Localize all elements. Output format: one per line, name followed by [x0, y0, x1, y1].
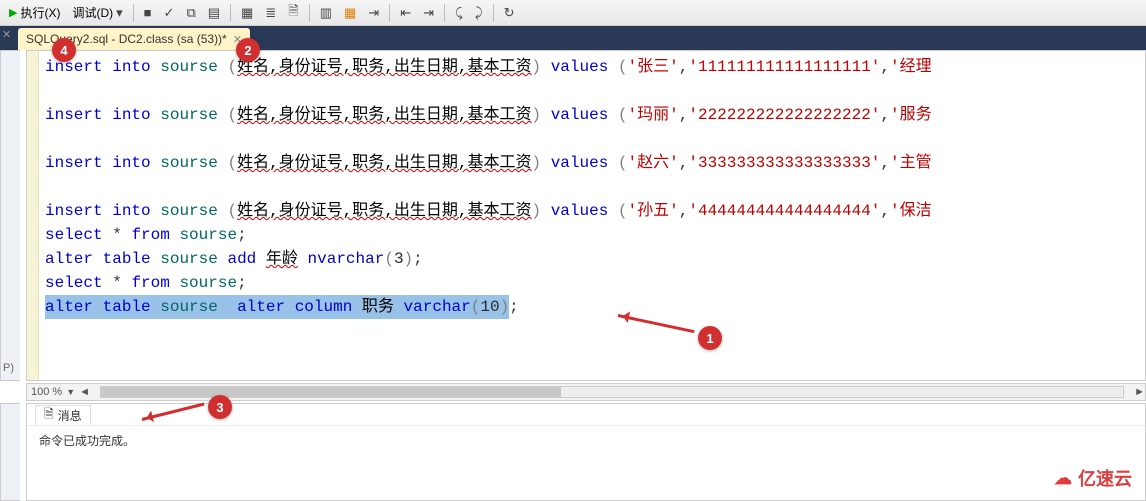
check-icon: ✓	[164, 5, 175, 21]
separator	[493, 4, 494, 22]
left-rail-label: P)	[3, 362, 14, 374]
execute-label: 执行(X)	[20, 4, 60, 21]
toolbar: ▶ 执行(X) 调试(D) ▾ ■ ✓ ⧉ ▤ ▦ ≣ 🗎 ▥ ▦ ⇥ ⇤ ⇥ …	[0, 0, 1146, 26]
code-line: alter table sourse add 年龄 nvarchar(3);	[45, 247, 1139, 271]
extra-icon: ↻	[504, 5, 515, 21]
comment-button[interactable]: ▥	[315, 3, 337, 23]
code-line: select * from sourse;	[45, 223, 1139, 247]
message-line: 命令已成功完成。	[39, 432, 1133, 449]
text-icon: ≣	[265, 5, 276, 21]
left-rail: P)	[0, 50, 20, 381]
play-icon: ▶	[9, 6, 17, 19]
messages-tab-label: 消息	[58, 407, 82, 424]
check-button[interactable]: ✓	[159, 3, 180, 23]
separator	[230, 4, 231, 22]
annotation-badge-1: 1	[698, 326, 722, 350]
code-line: insert into sourse (姓名,身份证号,职务,出生日期,基本工资…	[45, 103, 1139, 127]
dedent2-icon: ⤸	[475, 5, 483, 21]
document-tabs: SQLQuery2.sql - DC2.class (sa (53))* ✕	[0, 26, 1146, 50]
results-text-button[interactable]: ≣	[260, 3, 281, 23]
chevron-down-icon[interactable]: ▼	[66, 387, 75, 397]
execute-button[interactable]: ▶ 执行(X)	[4, 3, 65, 23]
outdent-icon: ⇤	[400, 5, 411, 21]
dedent-icon: ⤹	[455, 5, 463, 21]
indent2-button[interactable]: ⇥	[418, 3, 439, 23]
close-panel-x[interactable]: ✕	[2, 28, 11, 41]
uncomment-button[interactable]: ▦	[339, 3, 361, 23]
messages-panel: 🗎 消息 命令已成功完成。	[26, 403, 1146, 501]
messages-icon: 🗎	[44, 405, 54, 426]
separator	[389, 4, 390, 22]
scroll-right-icon[interactable]: ►	[1134, 386, 1145, 398]
results-file-button[interactable]: 🗎	[283, 3, 303, 23]
watermark: ☁ 亿速云	[1054, 465, 1132, 491]
watermark-text: 亿速云	[1078, 465, 1132, 491]
comment-icon: ▥	[320, 5, 332, 21]
uncomment-icon: ▦	[344, 5, 356, 21]
separator	[133, 4, 134, 22]
cloud-icon: ☁	[1054, 468, 1072, 489]
file-icon: 🗎	[288, 2, 298, 24]
horizontal-scrollbar[interactable]	[100, 386, 1124, 398]
annotation-badge-2: 2	[236, 38, 260, 62]
plan-icon: ▤	[208, 5, 220, 21]
parse-icon: ⧉	[186, 5, 195, 21]
indent-button[interactable]: ⇥	[363, 3, 384, 23]
chevron-down-icon: ▾	[116, 5, 123, 21]
indent-icon: ⇥	[368, 5, 379, 21]
code-area[interactable]: insert into sourse (姓名,身份证号,职务,出生日期,基本工资…	[39, 51, 1145, 380]
code-editor[interactable]: insert into sourse (姓名,身份证号,职务,出生日期,基本工资…	[26, 50, 1146, 381]
annotation-badge-3: 3	[208, 395, 232, 419]
scroll-left-icon[interactable]: ◄	[79, 386, 90, 398]
code-line: insert into sourse (姓名,身份证号,职务,出生日期,基本工资…	[45, 199, 1139, 223]
editor-gutter	[27, 51, 39, 380]
outdent-button[interactable]: ⇤	[395, 3, 416, 23]
separator	[444, 4, 445, 22]
zoom-value[interactable]: 100 %	[31, 386, 62, 398]
extra-button[interactable]: ↻	[499, 3, 520, 23]
code-line: insert into sourse (姓名,身份证号,职务,出生日期,基本工资…	[45, 55, 1139, 79]
code-line: select * from sourse;	[45, 271, 1139, 295]
plan-button[interactable]: ▤	[203, 3, 225, 23]
debug-button[interactable]: 调试(D) ▾	[67, 3, 127, 23]
annotation-badge-4: 4	[52, 38, 76, 62]
debug-label: 调试(D)	[72, 4, 113, 21]
code-line-selected: alter table sourse alter column 职务 varch…	[45, 295, 1139, 319]
results-grid-button[interactable]: ▦	[236, 3, 258, 23]
dedent-button[interactable]: ⤹	[450, 3, 468, 23]
parse-button[interactable]: ⧉	[181, 3, 200, 23]
messages-body: 命令已成功完成。	[27, 426, 1145, 455]
stop-icon: ■	[144, 5, 152, 20]
tab-messages[interactable]: 🗎 消息	[35, 405, 91, 425]
grid-icon: ▦	[241, 5, 253, 21]
scrollbar-thumb[interactable]	[101, 387, 561, 397]
indent2-icon: ⇥	[423, 5, 434, 21]
zoom-row: 100 % ▼ ◄ ►	[26, 383, 1146, 401]
dedent2-button[interactable]: ⤸	[470, 3, 488, 23]
code-line: insert into sourse (姓名,身份证号,职务,出生日期,基本工资…	[45, 151, 1139, 175]
separator	[309, 4, 310, 22]
stop-button[interactable]: ■	[139, 3, 157, 23]
messages-left-rail	[0, 403, 20, 501]
